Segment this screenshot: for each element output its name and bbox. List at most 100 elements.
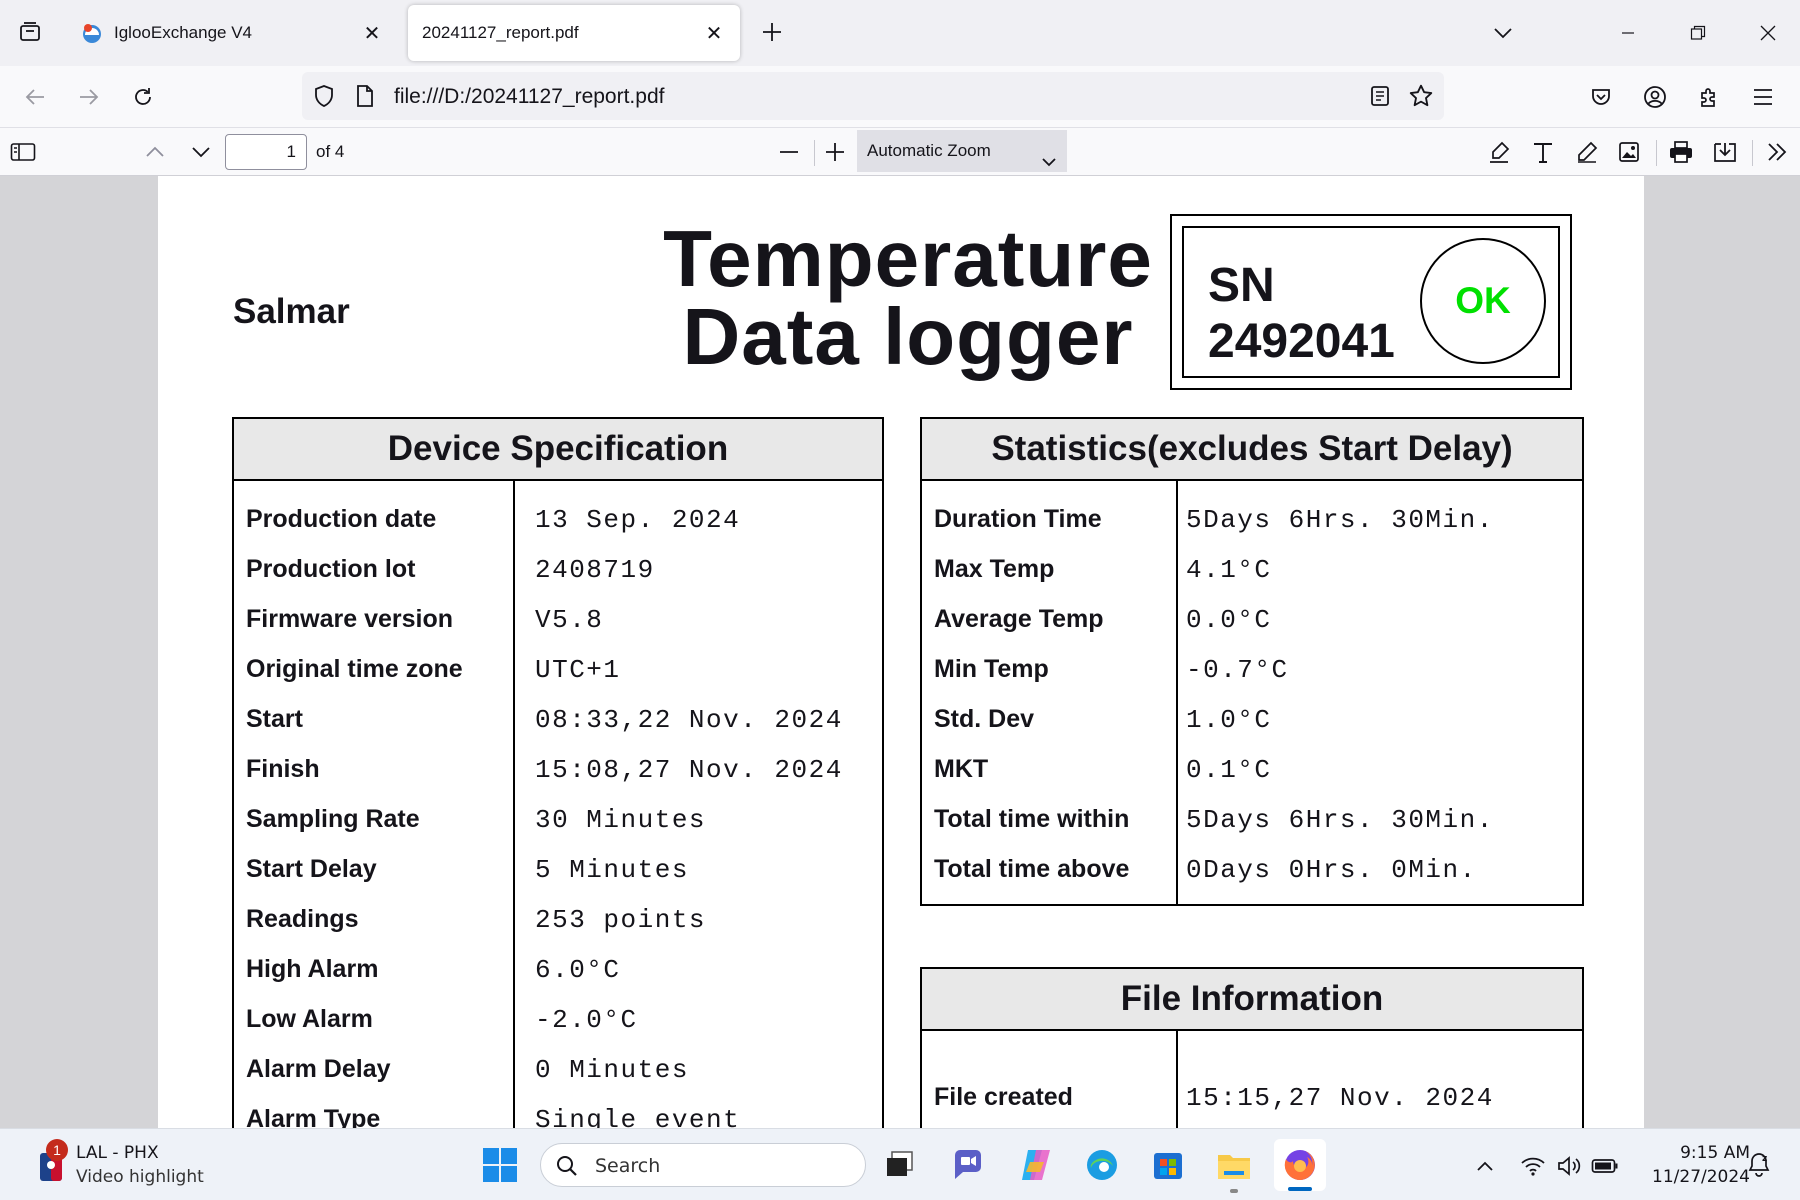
toolbar-separator bbox=[1752, 140, 1753, 166]
account-button[interactable] bbox=[1636, 78, 1674, 116]
start-button[interactable] bbox=[480, 1145, 520, 1185]
row-label: Alarm Delay bbox=[246, 1055, 391, 1083]
table-row: Total time within 5Days 6Hrs. 30Min. bbox=[922, 797, 1582, 847]
table-row: Sampling Rate 30 Minutes bbox=[234, 797, 882, 847]
close-tab-icon[interactable]: ✕ bbox=[360, 21, 384, 45]
table-row: Start Delay 5 Minutes bbox=[234, 847, 882, 897]
add-image-button[interactable] bbox=[1612, 135, 1646, 169]
show-hidden-icons-button[interactable] bbox=[1470, 1151, 1500, 1181]
news-subtitle: Video highlight bbox=[76, 1167, 204, 1187]
notification-center-button[interactable]: z bbox=[1746, 1151, 1772, 1182]
serial-number-box: SN 2492041 OK bbox=[1170, 214, 1572, 390]
taskbar-chat[interactable] bbox=[942, 1139, 994, 1191]
row-value: -2.0°C bbox=[535, 1005, 638, 1035]
extensions-button[interactable] bbox=[1690, 78, 1728, 116]
close-icon bbox=[1760, 25, 1776, 41]
address-bar[interactable]: file:///D:/20241127_report.pdf bbox=[302, 72, 1444, 120]
row-label: Original time zone bbox=[246, 655, 463, 683]
panel-body: Production date 13 Sep. 2024 Production l… bbox=[234, 481, 882, 1128]
zoom-out-button[interactable] bbox=[772, 135, 806, 169]
menu-button[interactable] bbox=[1744, 78, 1782, 116]
task-view-icon bbox=[887, 1151, 913, 1176]
minimize-button[interactable] bbox=[1598, 10, 1658, 56]
taskbar-file-explorer[interactable] bbox=[1208, 1139, 1260, 1193]
zoom-in-button[interactable] bbox=[818, 135, 852, 169]
table-row: High Alarm 6.0°C bbox=[234, 947, 882, 997]
next-page-button[interactable] bbox=[184, 135, 218, 169]
table-row: Start 08:33,22 Nov. 2024 bbox=[234, 697, 882, 747]
restore-button[interactable] bbox=[1668, 10, 1728, 56]
taskbar-task-view[interactable] bbox=[874, 1139, 926, 1191]
volume-status[interactable] bbox=[1554, 1151, 1584, 1181]
row-label: Readings bbox=[246, 905, 359, 933]
taskbar-store[interactable] bbox=[1142, 1139, 1194, 1191]
table-row: Low Alarm -2.0°C bbox=[234, 997, 882, 1047]
tools-menu-button[interactable] bbox=[1760, 135, 1794, 169]
forward-button[interactable] bbox=[70, 78, 108, 116]
pencil-icon bbox=[1578, 141, 1598, 163]
account-icon bbox=[1644, 86, 1666, 108]
new-tab-button[interactable] bbox=[756, 16, 788, 48]
row-value: 253 points bbox=[535, 905, 707, 935]
tab-strip: IglooExchange V4 ✕ 20241127_report.pdf ✕ bbox=[0, 0, 1800, 66]
url-text[interactable]: file:///D:/20241127_report.pdf bbox=[394, 85, 664, 109]
page-number-input[interactable]: 1 bbox=[225, 134, 307, 170]
chevron-down-icon bbox=[192, 147, 210, 158]
wifi-status[interactable] bbox=[1518, 1151, 1548, 1181]
table-row: Alarm Delay 0 Minutes bbox=[234, 1047, 882, 1097]
toggle-sidebar-button[interactable] bbox=[6, 135, 40, 169]
news-widget[interactable]: 1 LAL - PHX Video highlight bbox=[34, 1139, 234, 1191]
table-row: Finish 15:08,27 Nov. 2024 bbox=[234, 747, 882, 797]
file-information-panel: File Information File created 15:15,27 No… bbox=[920, 967, 1584, 1128]
previous-page-button[interactable] bbox=[138, 135, 172, 169]
row-label: Total time within bbox=[934, 805, 1130, 833]
taskbar-edge[interactable] bbox=[1076, 1139, 1128, 1191]
pocket-button[interactable] bbox=[1582, 78, 1620, 116]
tab-report-pdf[interactable]: 20241127_report.pdf ✕ bbox=[408, 5, 740, 61]
minimize-icon bbox=[1622, 32, 1634, 34]
toolbar-separator bbox=[814, 140, 815, 166]
clock-date: 11/27/2024 bbox=[1652, 1167, 1750, 1187]
back-button[interactable] bbox=[16, 78, 54, 116]
highlight-button[interactable] bbox=[1482, 135, 1516, 169]
bookmark-star-icon[interactable] bbox=[1408, 83, 1434, 114]
clock-time: 9:15 AM bbox=[1680, 1143, 1750, 1163]
taskbar-search[interactable]: Search bbox=[540, 1143, 866, 1187]
status-badge: OK bbox=[1420, 238, 1546, 364]
row-value: 15:15,27 Nov. 2024 bbox=[1186, 1083, 1494, 1113]
close-tab-icon[interactable]: ✕ bbox=[702, 21, 726, 45]
list-all-tabs-button[interactable] bbox=[1488, 18, 1518, 48]
image-icon bbox=[1619, 142, 1639, 162]
taskbar-firefox[interactable] bbox=[1274, 1139, 1326, 1191]
taskbar-copilot[interactable] bbox=[1010, 1139, 1062, 1191]
system-clock[interactable]: 9:15 AM 11/27/2024 bbox=[1628, 1141, 1750, 1189]
row-label: Start Delay bbox=[246, 855, 377, 883]
draw-button[interactable] bbox=[1570, 135, 1604, 169]
row-value: 0.0°C bbox=[1186, 605, 1272, 635]
plus-icon bbox=[826, 143, 844, 161]
row-value: 5 Minutes bbox=[535, 855, 689, 885]
row-value: Single event bbox=[535, 1105, 741, 1128]
tab-list-button[interactable] bbox=[12, 14, 48, 50]
firefox-icon bbox=[1284, 1150, 1315, 1180]
pdf-viewer[interactable]: Salmar Temperature Data logger SN 249204… bbox=[0, 176, 1800, 1128]
zoom-value: Automatic Zoom bbox=[867, 141, 991, 160]
print-button[interactable] bbox=[1664, 135, 1698, 169]
battery-status[interactable] bbox=[1590, 1151, 1620, 1181]
pocket-icon bbox=[1592, 89, 1610, 105]
battery-icon bbox=[1591, 1159, 1618, 1173]
row-label: Std. Dev bbox=[934, 705, 1035, 733]
reader-view-icon[interactable] bbox=[1368, 84, 1392, 113]
save-button[interactable] bbox=[1708, 135, 1742, 169]
close-window-button[interactable] bbox=[1738, 10, 1798, 56]
tab-iglooexchange[interactable]: IglooExchange V4 ✕ bbox=[66, 5, 398, 61]
company-name: Salmar bbox=[233, 292, 350, 331]
copilot-icon bbox=[1022, 1150, 1050, 1180]
reload-button[interactable] bbox=[124, 78, 162, 116]
shield-icon[interactable] bbox=[312, 84, 336, 113]
add-text-button[interactable] bbox=[1526, 135, 1560, 169]
edge-icon bbox=[1087, 1150, 1117, 1180]
restore-icon bbox=[1690, 25, 1706, 40]
zoom-select[interactable]: Automatic Zoom bbox=[857, 130, 1067, 172]
tab-title: IglooExchange V4 bbox=[114, 23, 252, 42]
